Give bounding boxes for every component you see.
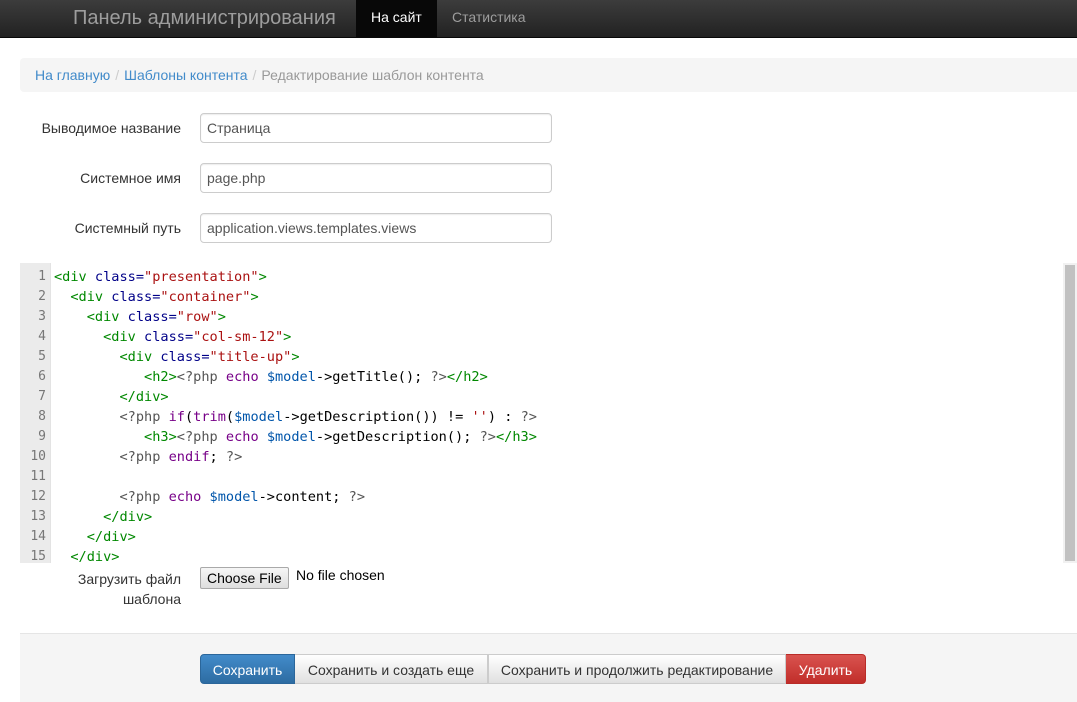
breadcrumb-separator: / (252, 67, 257, 83)
code-text[interactable]: <div class="row"> (54, 307, 226, 327)
code-line[interactable]: 7 </div> (20, 387, 1060, 407)
breadcrumb: На главную / Шаблоны контента / Редактирован… (20, 58, 1077, 92)
code-line[interactable]: 8 <?php if(trim($model->getDescription()… (20, 407, 1060, 427)
code-line[interactable]: 14 </div> (20, 527, 1060, 547)
code-line[interactable]: 11 (20, 467, 1060, 487)
save-button[interactable]: Сохранить (200, 654, 295, 684)
line-number: 14 (30, 529, 46, 544)
system-name-input[interactable] (200, 163, 552, 193)
code-line[interactable]: 2 <div class="container"> (20, 287, 1060, 307)
display-name-label: Выводимое название (41, 120, 181, 136)
code-line[interactable]: 13 </div> (20, 507, 1060, 527)
line-number: 10 (30, 449, 46, 464)
system-name-label: Системное имя (80, 170, 181, 186)
choose-file-button[interactable]: Choose File (200, 567, 289, 589)
code-editor[interactable]: 1 <div class="presentation"> 2 <div class=… (20, 263, 1077, 563)
line-number: 13 (30, 509, 46, 524)
code-line[interactable]: 5 <div class="title-up"> (20, 347, 1060, 367)
file-status-text: No file chosen (296, 567, 385, 583)
editor-scrollbar[interactable] (1063, 263, 1077, 563)
line-number: 7 (38, 389, 46, 404)
save-and-continue-button[interactable]: Сохранить и продолжить редактирование (488, 654, 786, 684)
line-number: 8 (38, 409, 46, 424)
delete-button[interactable]: Удалить (786, 654, 866, 684)
code-lines[interactable]: 1 <div class="presentation"> 2 <div class=… (20, 267, 1060, 563)
code-text[interactable]: <?php endif; ?> (54, 447, 242, 467)
nav-item-statistics[interactable]: Статистика (437, 0, 541, 37)
display-name-input[interactable] (200, 113, 552, 143)
code-text[interactable]: <h2><?php echo $model->getTitle(); ?></h… (54, 367, 488, 387)
code-text[interactable]: <h3><?php echo $model->getDescription();… (54, 427, 537, 447)
line-number: 5 (38, 349, 46, 364)
code-text[interactable]: <div class="container"> (54, 287, 258, 307)
breadcrumb-current: Редактирование шаблон контента (261, 67, 484, 83)
line-number: 12 (30, 489, 46, 504)
line-number: 11 (30, 469, 46, 484)
breadcrumb-templates-link[interactable]: Шаблоны контента (124, 67, 247, 83)
code-text[interactable]: <div class="presentation"> (54, 267, 267, 287)
code-line[interactable]: 15 </div> (20, 547, 1060, 563)
code-text[interactable]: <div class="col-sm-12"> (54, 327, 291, 347)
code-text[interactable]: </div> (54, 387, 168, 407)
brand-link[interactable]: Панель администрирования (73, 0, 336, 38)
line-number: 3 (38, 309, 46, 324)
upload-template-label: Загрузить файл шаблона (77, 571, 181, 607)
save-and-create-button[interactable]: Сохранить и создать еще (295, 654, 488, 684)
code-line[interactable]: 6 <h2><?php echo $model->getTitle(); ?><… (20, 367, 1060, 387)
breadcrumb-separator: / (115, 67, 120, 83)
code-line[interactable]: 12 <?php echo $model->content; ?> (20, 487, 1060, 507)
editor-scrollbar-thumb[interactable] (1065, 265, 1075, 561)
code-text[interactable]: </div> (54, 547, 119, 563)
code-text[interactable]: <?php if(trim($model->getDescription()) … (54, 407, 536, 427)
nav-item-site[interactable]: На сайт (356, 0, 437, 37)
code-line[interactable]: 10 <?php endif; ?> (20, 447, 1060, 467)
code-text[interactable]: <?php echo $model->content; ?> (54, 487, 365, 507)
breadcrumb-home-link[interactable]: На главную (35, 67, 110, 83)
code-line[interactable]: 9 <h3><?php echo $model->getDescription(… (20, 427, 1060, 447)
system-path-label: Системный путь (74, 220, 181, 236)
code-text[interactable]: <div class="title-up"> (54, 347, 299, 367)
code-line[interactable]: 3 <div class="row"> (20, 307, 1060, 327)
line-number: 6 (38, 369, 46, 384)
line-number: 9 (38, 429, 46, 444)
line-number: 15 (30, 549, 46, 563)
code-text[interactable]: </div> (54, 527, 136, 547)
line-number: 2 (38, 289, 46, 304)
system-path-input[interactable] (200, 213, 552, 243)
code-text[interactable]: </div> (54, 507, 152, 527)
form-actions: Сохранить Сохранить и создать еще Сохран… (20, 633, 1077, 702)
line-number: 1 (38, 269, 46, 284)
top-navbar: Панель администрирования На сайт Статист… (0, 0, 1077, 38)
code-line[interactable]: 1 <div class="presentation"> (20, 267, 1060, 287)
code-line[interactable]: 4 <div class="col-sm-12"> (20, 327, 1060, 347)
line-number: 4 (38, 329, 46, 344)
